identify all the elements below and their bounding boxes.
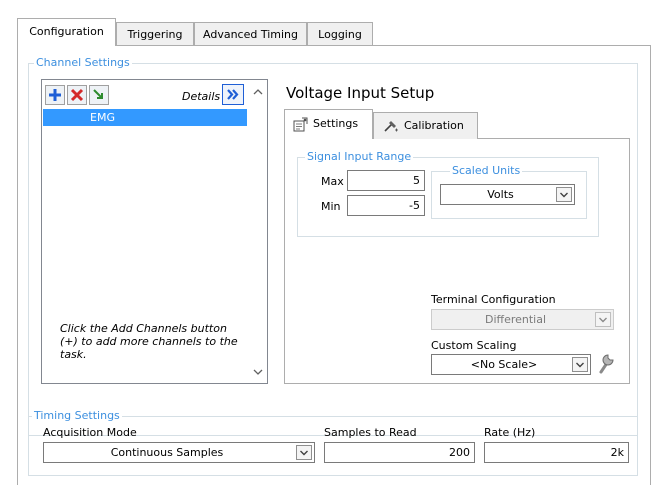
channel-list: Details EMG Click the Add Channels butto… [41,79,268,384]
tab-advanced-timing[interactable]: Advanced Timing [194,22,307,45]
min-input[interactable]: -5 [347,195,425,216]
remove-channel-button[interactable] [67,85,87,105]
min-value: -5 [409,199,420,212]
channel-name: EMG [90,111,115,124]
voltage-input-setup-title: Voltage Input Setup [286,84,435,102]
tab-triggering[interactable]: Triggering [116,22,194,45]
scaled-units-title: Scaled Units [450,164,523,177]
tab-settings[interactable]: Settings [284,109,373,139]
chevron-down-icon [599,317,607,323]
settings-sheet-icon [293,117,308,132]
change-channel-button[interactable] [89,85,109,105]
wrench-icon[interactable] [596,352,616,374]
terminal-configuration-dropdown-button[interactable] [595,312,611,327]
tab-logging[interactable]: Logging [307,22,373,45]
custom-scaling-label: Custom Scaling [431,339,517,352]
details-toggle-button[interactable] [222,84,244,105]
tab-label: Advanced Timing [203,28,298,41]
custom-scaling-dropdown-button[interactable] [572,357,588,372]
terminal-configuration-select[interactable]: Differential [431,309,614,330]
timing-settings-title: Timing Settings [32,409,122,422]
scaled-units-value: Volts [487,188,514,201]
terminal-configuration-label: Terminal Configuration [431,293,556,306]
tab-label: Triggering [127,28,183,41]
tab-calibration[interactable]: Calibration [373,112,478,139]
acquisition-mode-select[interactable]: Continuous Samples [43,442,315,463]
signal-input-range-title: Signal Input Range [305,150,414,163]
plus-icon [49,89,61,101]
calibration-icon [384,121,398,132]
add-channels-hint: Click the Add Channels button (+) to add… [60,322,238,361]
channel-list-scrollbar[interactable] [249,80,267,383]
channel-list-item[interactable]: EMG [43,109,247,126]
max-input[interactable]: 5 [347,170,425,191]
samples-to-read-label: Samples to Read [324,426,417,439]
scaled-units-select[interactable]: Volts [440,184,575,205]
rate-label: Rate (Hz) [484,426,536,439]
delete-x-icon [70,88,84,102]
custom-scaling-select[interactable]: <No Scale> [431,354,591,375]
scroll-down-icon[interactable] [253,368,263,376]
acquisition-mode-label: Acquisition Mode [43,426,137,439]
min-label: Min [321,200,341,213]
tab-settings-label: Settings [313,117,359,130]
tab-configuration[interactable]: Configuration [17,18,116,46]
chevron-down-icon [560,192,568,198]
max-value: 5 [413,174,420,187]
chevron-down-icon [576,362,584,368]
rate-value: 2k [610,446,624,459]
tab-label: Configuration [29,25,104,38]
acquisition-mode-dropdown-button[interactable] [296,445,312,460]
tab-calibration-label: Calibration [404,119,464,132]
scroll-up-icon[interactable] [253,88,263,96]
channel-settings-title: Channel Settings [34,56,132,69]
rate-input[interactable]: 2k [484,442,629,463]
custom-scaling-value: <No Scale> [470,358,538,371]
double-chevron-right-icon [227,89,239,100]
tab-label: Logging [318,28,362,41]
scaled-units-dropdown-button[interactable] [556,187,572,202]
settings-panel: Signal Input Range Max 5 Min -5 Scaled U… [284,138,630,384]
configuration-panel: Channel Settings Details EMG Click the A… [17,45,651,485]
arrow-down-right-icon [93,89,103,99]
details-label: Details [182,90,221,103]
add-channel-button[interactable] [45,85,65,105]
samples-to-read-input[interactable]: 200 [324,442,475,463]
acquisition-mode-value: Continuous Samples [110,446,224,459]
chevron-down-icon [300,450,308,456]
samples-to-read-value: 200 [449,446,470,459]
terminal-configuration-value: Differential [484,313,547,326]
max-label: Max [321,175,344,188]
